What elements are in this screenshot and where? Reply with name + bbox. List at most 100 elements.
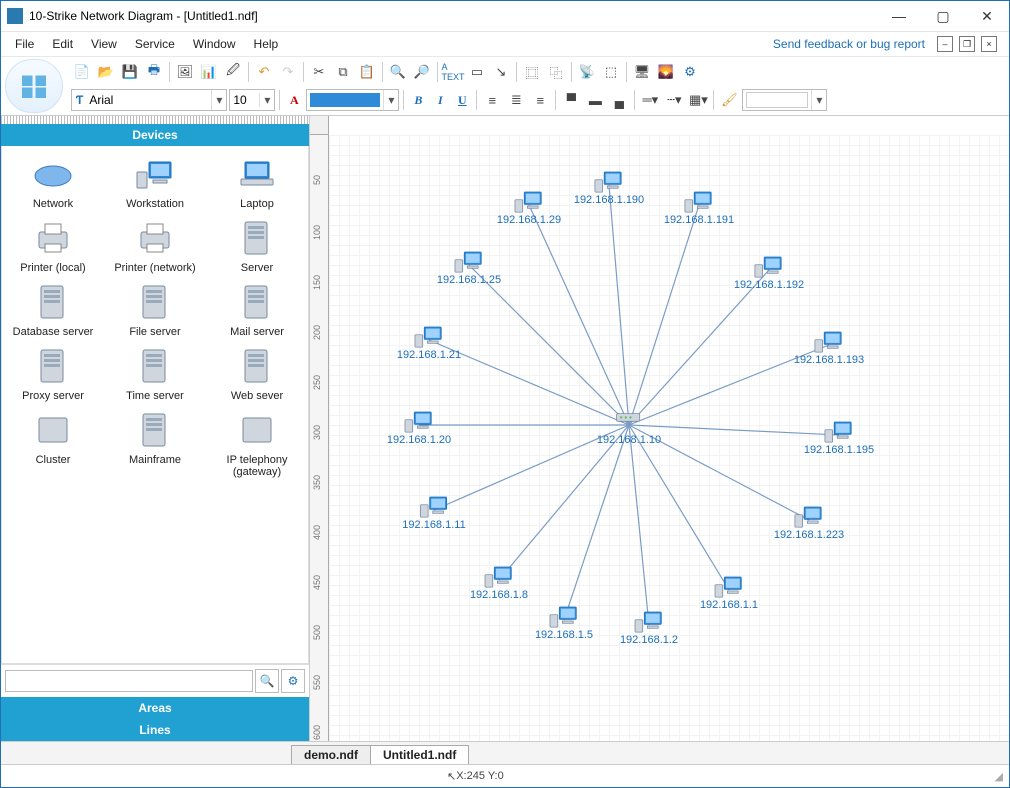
device-item[interactable]: Web sever: [206, 344, 308, 404]
paste-icon[interactable]: 📋: [356, 61, 378, 83]
group-icon[interactable]: ⿴: [521, 61, 543, 83]
find-icon[interactable]: 🔍: [387, 61, 409, 83]
workstation-node[interactable]: 192.168.1.20: [387, 404, 451, 446]
ungroup-icon[interactable]: ⿻: [545, 61, 567, 83]
search-input[interactable]: [5, 670, 253, 692]
chevron-down-icon[interactable]: ▾: [259, 93, 274, 107]
workstation-node[interactable]: 192.168.1.1: [700, 569, 758, 611]
device-item[interactable]: Mail server: [206, 280, 308, 340]
find-next-icon[interactable]: 🔎: [411, 61, 433, 83]
close-button[interactable]: ✕: [965, 1, 1009, 31]
hub-node[interactable]: 192.168.1.10: [597, 404, 661, 446]
font-name-input[interactable]: [87, 92, 211, 108]
chevron-down-icon[interactable]: ▾: [811, 90, 826, 110]
redo-icon[interactable]: ↷: [277, 61, 299, 83]
valign-top-icon[interactable]: ▀: [560, 89, 582, 111]
scan-network-icon[interactable]: 📡: [576, 61, 598, 83]
workstation-node[interactable]: 192.168.1.21: [397, 319, 461, 361]
picture-icon[interactable]: 🌄: [655, 61, 677, 83]
resize-grip-icon[interactable]: ◢: [995, 770, 1003, 783]
device-palette[interactable]: NetworkWorkstationLaptopPrinter (local)P…: [1, 146, 309, 664]
print-icon[interactable]: 🖶: [143, 61, 165, 83]
device-item[interactable]: Proxy server: [2, 344, 104, 404]
workstation-node[interactable]: 192.168.1.223: [774, 499, 844, 541]
valign-middle-icon[interactable]: ▬: [584, 89, 606, 111]
workstation-node[interactable]: 192.168.1.29: [497, 184, 561, 226]
fill-color-selector[interactable]: ▾: [306, 89, 399, 111]
text-tool-icon[interactable]: ATEXT: [442, 61, 464, 83]
undo-icon[interactable]: ↶: [253, 61, 275, 83]
valign-bottom-icon[interactable]: ▄: [608, 89, 630, 111]
mdi-restore-icon[interactable]: ❐: [959, 36, 975, 52]
device-item[interactable]: Printer (local): [2, 216, 104, 276]
areas-header[interactable]: Areas: [1, 697, 309, 719]
workstation-node[interactable]: 192.168.1.192: [734, 249, 804, 291]
new-icon[interactable]: 📄: [71, 61, 93, 83]
menu-help[interactable]: Help: [246, 35, 287, 53]
menu-file[interactable]: File: [7, 35, 42, 53]
underline-button[interactable]: U: [452, 90, 472, 110]
workstation-node[interactable]: 192.168.1.5: [535, 599, 593, 641]
monitor-icon[interactable]: 🖥: [631, 61, 653, 83]
tab-demo[interactable]: demo.ndf: [291, 745, 371, 764]
workstation-node[interactable]: 192.168.1.11: [402, 489, 465, 531]
italic-button[interactable]: I: [430, 90, 450, 110]
cut-icon[interactable]: ✂: [308, 61, 330, 83]
device-item[interactable]: Cluster: [2, 408, 104, 480]
workstation-node[interactable]: 192.168.1.190: [574, 164, 644, 206]
device-item[interactable]: File server: [104, 280, 206, 340]
workstation-node[interactable]: 192.168.1.25: [437, 244, 501, 286]
line-style-icon[interactable]: ═▾: [639, 89, 661, 111]
mdi-close-icon[interactable]: ×: [981, 36, 997, 52]
align-right-icon[interactable]: ≡: [529, 89, 551, 111]
mdi-minimize-icon[interactable]: –: [937, 36, 953, 52]
devices-header[interactable]: Devices: [1, 124, 309, 146]
font-size-selector[interactable]: ▾: [229, 89, 275, 111]
bold-button[interactable]: B: [408, 90, 428, 110]
copy-icon[interactable]: ⧉: [332, 61, 354, 83]
menu-edit[interactable]: Edit: [44, 35, 81, 53]
export-image-icon[interactable]: 🖼: [174, 61, 196, 83]
device-item[interactable]: Printer (network): [104, 216, 206, 276]
open-icon[interactable]: 📂: [95, 61, 117, 83]
device-item[interactable]: Network: [2, 152, 104, 212]
workstation-node[interactable]: 192.168.1.8: [470, 559, 528, 601]
minimize-button[interactable]: —: [877, 1, 921, 31]
settings-icon[interactable]: ⚙: [679, 61, 701, 83]
tab-untitled[interactable]: Untitled1.ndf: [370, 745, 469, 764]
pick-color-icon[interactable]: 🖉: [222, 61, 244, 83]
select-area-icon[interactable]: ⬚: [600, 61, 622, 83]
device-item[interactable]: Workstation: [104, 152, 206, 212]
lines-header[interactable]: Lines: [1, 719, 309, 741]
align-center-icon[interactable]: ≣: [505, 89, 527, 111]
brush-icon[interactable]: 🖌: [718, 89, 740, 111]
align-left-icon[interactable]: ≡: [481, 89, 503, 111]
line-tool-icon[interactable]: ↘: [490, 61, 512, 83]
menu-view[interactable]: View: [83, 35, 125, 53]
device-item[interactable]: Mainframe: [104, 408, 206, 480]
search-button[interactable]: 🔍: [255, 669, 279, 693]
maximize-button[interactable]: ▢: [921, 1, 965, 31]
pattern-icon[interactable]: ▦▾: [687, 89, 709, 111]
save-icon[interactable]: 💾: [119, 61, 141, 83]
device-item[interactable]: Server: [206, 216, 308, 276]
workstation-node[interactable]: 192.168.1.191: [664, 184, 734, 226]
device-item[interactable]: Time server: [104, 344, 206, 404]
menu-window[interactable]: Window: [185, 35, 244, 53]
menu-service[interactable]: Service: [127, 35, 183, 53]
brush-color-selector[interactable]: ▾: [742, 89, 827, 111]
workstation-node[interactable]: 192.168.1.195: [804, 414, 874, 456]
shape-tool-icon[interactable]: ▭: [466, 61, 488, 83]
map-button[interactable]: [5, 59, 63, 113]
line-dash-icon[interactable]: ┄▾: [663, 89, 685, 111]
font-color-button[interactable]: A: [284, 90, 304, 110]
workstation-node[interactable]: 192.168.1.2: [620, 604, 678, 646]
chevron-down-icon[interactable]: ▾: [383, 90, 398, 110]
font-size-input[interactable]: [230, 92, 259, 108]
search-settings-button[interactable]: ⚙: [281, 669, 305, 693]
chevron-down-icon[interactable]: ▾: [211, 90, 226, 110]
workstation-node[interactable]: 192.168.1.193: [794, 324, 864, 366]
diagram-canvas[interactable]: 192.168.1.190192.168.1.29192.168.1.19119…: [329, 135, 1009, 741]
device-item[interactable]: Laptop: [206, 152, 308, 212]
feedback-link[interactable]: Send feedback or bug report: [773, 37, 935, 51]
